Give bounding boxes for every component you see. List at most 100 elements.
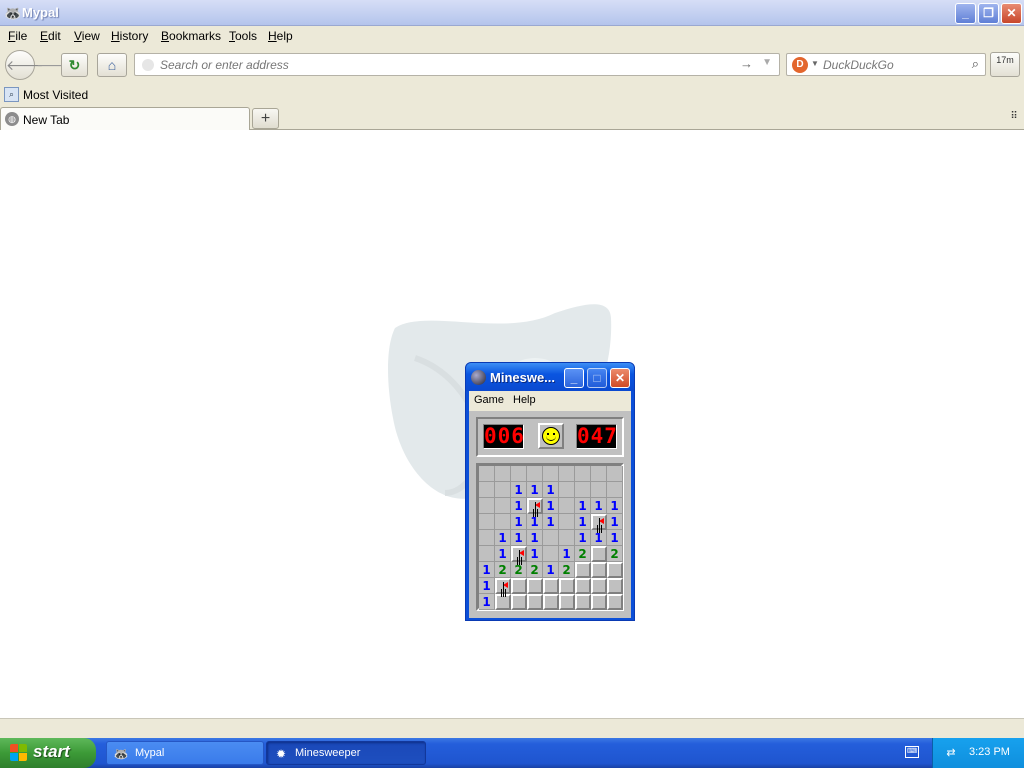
taskbar-item-minesweeper[interactable]: ✹ Minesweeper [266,741,426,765]
address-bar[interactable]: → ▼ [134,53,780,76]
empty-cell[interactable] [607,466,623,482]
minesweeper-titlebar[interactable]: Mineswe... _ □ ✕ [466,363,634,391]
keyboard-icon[interactable]: ⌨ [905,746,919,758]
empty-cell[interactable] [527,466,543,482]
mine-app-icon[interactable] [471,370,486,385]
number-cell[interactable]: 1 [575,514,591,530]
covered-cell[interactable] [591,578,607,594]
covered-cell[interactable] [591,562,607,578]
close-button[interactable]: ✕ [1001,3,1022,24]
number-cell[interactable]: 2 [607,546,623,562]
covered-cell[interactable] [575,562,591,578]
empty-cell[interactable] [607,482,623,498]
network-icon[interactable]: ⇄ [943,746,959,760]
number-cell[interactable]: 2 [495,562,511,578]
empty-cell[interactable] [559,466,575,482]
clock[interactable]: 3:23 PM [969,746,1010,758]
covered-cell[interactable] [543,594,559,610]
covered-cell[interactable] [527,578,543,594]
empty-cell[interactable] [543,530,559,546]
number-cell[interactable]: 1 [527,482,543,498]
empty-cell[interactable] [559,498,575,514]
number-cell[interactable]: 1 [607,514,623,530]
empty-cell[interactable] [495,498,511,514]
taskbar-item-mypal[interactable]: 🦝 Mypal [106,741,264,765]
search-bar[interactable]: D ▼ ⌕ [786,53,986,76]
empty-cell[interactable] [495,466,511,482]
number-cell[interactable]: 1 [543,498,559,514]
menu-help[interactable]: Help [268,29,293,43]
number-cell[interactable]: 1 [607,530,623,546]
home-button[interactable]: ⌂ [97,53,127,77]
covered-cell[interactable] [575,594,591,610]
covered-cell[interactable] [607,578,623,594]
covered-cell[interactable] [559,594,575,610]
extension-button[interactable]: 17m [990,52,1020,77]
number-cell[interactable]: 1 [575,530,591,546]
covered-cell[interactable] [591,546,607,562]
new-tab-button[interactable]: + [252,108,279,129]
reload-button[interactable]: ↻ [61,53,88,77]
empty-cell[interactable] [575,482,591,498]
empty-cell[interactable] [479,546,495,562]
covered-cell[interactable] [607,562,623,578]
duckduckgo-engine-icon[interactable]: D [792,57,808,73]
empty-cell[interactable] [479,466,495,482]
all-tabs-menu-icon[interactable]: ⠿ [1008,111,1020,123]
number-cell[interactable]: 2 [575,546,591,562]
covered-cell[interactable] [559,578,575,594]
covered-cell[interactable] [495,594,511,610]
empty-cell[interactable] [495,482,511,498]
empty-cell[interactable] [479,514,495,530]
empty-cell[interactable] [543,546,559,562]
empty-cell[interactable] [559,482,575,498]
number-cell[interactable]: 2 [559,562,575,578]
restore-button[interactable]: ❐ [978,3,999,24]
ms-menu-help[interactable]: Help [513,394,536,406]
empty-cell[interactable] [591,466,607,482]
empty-cell[interactable] [479,482,495,498]
number-cell[interactable]: 1 [543,514,559,530]
history-dropdown-icon[interactable]: ▼ [762,57,772,68]
covered-cell[interactable] [511,578,527,594]
ms-maximize-button[interactable]: □ [587,368,607,388]
mypal-app-icon[interactable]: 🦝 [4,5,21,21]
ms-close-button[interactable]: ✕ [610,368,630,388]
engine-dropdown-icon[interactable]: ▼ [811,59,819,68]
address-input[interactable] [160,56,730,73]
ms-menu-game[interactable]: Game [474,394,504,406]
number-cell[interactable]: 1 [559,546,575,562]
menu-bookmarks[interactable]: Bookmarks [161,29,221,43]
reset-smiley-button[interactable] [538,423,564,449]
go-arrow-icon[interactable]: → [740,56,753,71]
flag-icon[interactable] [511,546,527,562]
covered-cell[interactable] [543,578,559,594]
minesweeper-window[interactable]: Mineswe... _ □ ✕ Game Help 006 047 11111… [465,362,635,621]
empty-cell[interactable] [479,498,495,514]
covered-cell[interactable] [591,594,607,610]
tab-new-tab[interactable]: ◍ New Tab [0,107,250,131]
number-cell[interactable]: 1 [543,562,559,578]
covered-cell[interactable] [607,594,623,610]
flag-icon[interactable] [591,514,607,530]
minimize-button[interactable]: _ [955,3,976,24]
menu-tools[interactable]: Tools [229,29,257,43]
number-cell[interactable]: 1 [527,514,543,530]
number-cell[interactable]: 1 [511,482,527,498]
number-cell[interactable]: 1 [607,498,623,514]
covered-cell[interactable] [527,594,543,610]
number-cell[interactable]: 1 [591,498,607,514]
empty-cell[interactable] [559,530,575,546]
browser-titlebar[interactable]: 🦝 Mypal _ ❐ ✕ [0,0,1024,26]
number-cell[interactable]: 1 [511,498,527,514]
empty-cell[interactable] [479,530,495,546]
number-cell[interactable]: 1 [495,546,511,562]
flag-icon[interactable] [495,578,511,594]
number-cell[interactable]: 1 [527,546,543,562]
back-button[interactable]: 🡐 [5,50,44,80]
number-cell[interactable]: 1 [575,498,591,514]
menu-edit[interactable]: Edit [40,29,61,43]
flag-icon[interactable] [527,498,543,514]
site-identity-icon[interactable] [142,59,154,71]
menu-history[interactable]: History [111,29,148,43]
